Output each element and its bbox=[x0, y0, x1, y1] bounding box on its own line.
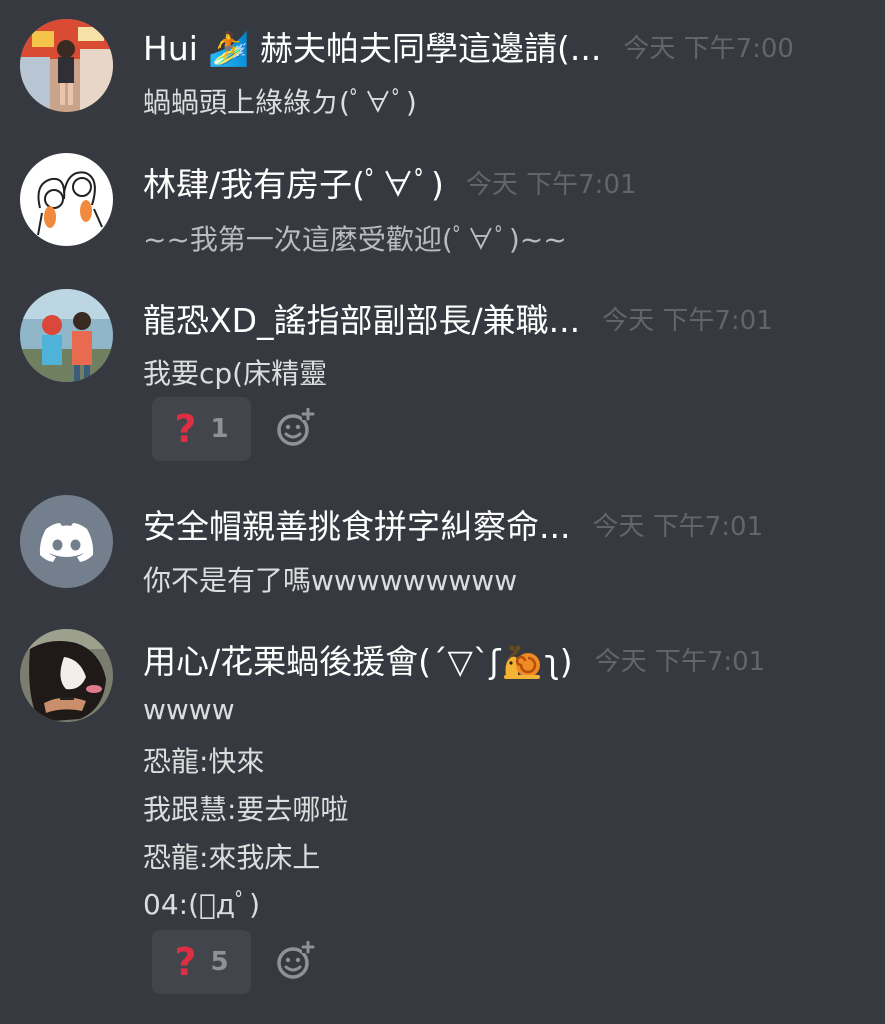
message-text: 恐龍:快來 bbox=[143, 745, 265, 778]
avatar-hui[interactable] bbox=[20, 19, 113, 112]
username[interactable]: 安全帽親善挑食拼字糾察命... bbox=[143, 500, 570, 548]
message-text: 04:(ﾟдﾟ) bbox=[143, 888, 261, 921]
message-header: 林肆/我有房子(ﾟ∀ﾟ) 今天 下午7:01 bbox=[143, 157, 867, 207]
timestamp: 今天 下午7:01 bbox=[592, 511, 764, 542]
message-text: 蝸蝸頭上綠綠ㄉ(ﾟ∀ﾟ) bbox=[143, 86, 417, 119]
username[interactable]: 龍恐XD_謠指部副部長/兼職... bbox=[143, 294, 580, 342]
message-text: wwww bbox=[143, 693, 235, 726]
message-header: 用心/花栗蝸後援會(´▽`ʃ ʅ) 今天 下午7:01 bbox=[143, 634, 867, 684]
discord-logo-icon bbox=[39, 523, 94, 562]
reaction-count: 1 bbox=[210, 414, 229, 444]
message-text: 我跟慧:要去哪啦 bbox=[143, 793, 349, 826]
avatar-dog[interactable] bbox=[20, 629, 113, 722]
message-text: 你不是有了嗎wwwwwwwww bbox=[143, 564, 518, 597]
avatar-lin-si[interactable] bbox=[20, 153, 113, 246]
timestamp: 今天 下午7:01 bbox=[465, 169, 637, 200]
avatar-dragon[interactable] bbox=[20, 289, 113, 382]
message-text: 我要cp(床精靈 bbox=[143, 357, 328, 390]
message-header: Hui 🏄 赫夫帕夫同學這邊請(... 今天 下午7:00 bbox=[143, 21, 867, 71]
question-mark-emoji-icon: ? bbox=[174, 407, 197, 451]
timestamp: 今天 下午7:00 bbox=[623, 33, 794, 64]
timestamp: 今天 下午7:01 bbox=[602, 305, 773, 336]
message-text: 恐龍:來我床上 bbox=[143, 841, 321, 874]
snail-emoji-icon bbox=[504, 645, 541, 680]
question-mark-emoji-icon: ? bbox=[174, 940, 197, 984]
timestamp: 今天 下午7:01 bbox=[594, 646, 766, 677]
username-text-end: ʅ) bbox=[544, 641, 573, 681]
username[interactable]: 用心/花栗蝸後援會(´▽`ʃ ʅ) bbox=[143, 635, 573, 684]
reaction-count: 5 bbox=[210, 947, 229, 977]
reaction-question[interactable]: ? 5 bbox=[152, 930, 251, 994]
username[interactable]: Hui 🏄 赫夫帕夫同學這邊請(... bbox=[143, 22, 601, 70]
avatar-default-discord[interactable] bbox=[20, 495, 113, 588]
add-reaction-icon[interactable] bbox=[276, 408, 316, 448]
username-text: 用心/花栗蝸後援會(´▽`ʃ bbox=[143, 641, 501, 681]
message-text: ~~我第一次這麼受歡迎(ﾟ∀ﾟ)~~ bbox=[143, 223, 567, 256]
add-reaction-icon[interactable] bbox=[276, 941, 316, 981]
message-header: 安全帽親善挑食拼字糾察命... 今天 下午7:01 bbox=[143, 499, 867, 549]
reaction-question[interactable]: ? 1 bbox=[152, 397, 251, 461]
username[interactable]: 林肆/我有房子(ﾟ∀ﾟ) bbox=[143, 158, 444, 206]
message-header: 龍恐XD_謠指部副部長/兼職... 今天 下午7:01 bbox=[143, 293, 867, 343]
